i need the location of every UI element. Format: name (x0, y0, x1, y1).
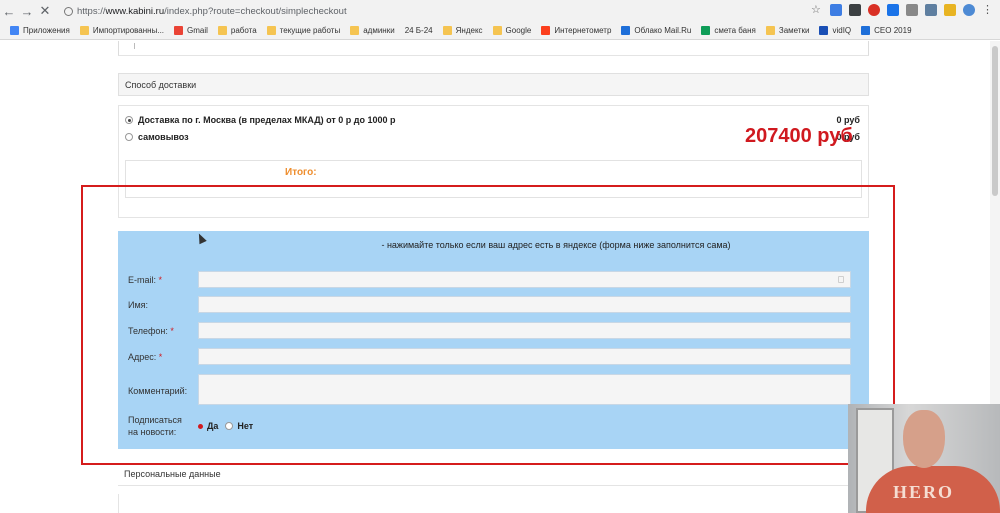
back-icon[interactable]: ← (0, 4, 18, 19)
extension-icon[interactable] (925, 4, 937, 16)
bookmark-item[interactable]: Яндекс (442, 26, 483, 35)
vidiq-icon[interactable] (830, 4, 842, 16)
delivery-option-pickup[interactable]: самовывоз (125, 132, 189, 142)
bookmark-item[interactable]: Google (492, 26, 531, 35)
customer-form: - нажимайте только если ваш адрес есть в… (118, 231, 869, 449)
folder-icon (442, 26, 452, 35)
menu-icon[interactable]: ⋮ (982, 4, 994, 16)
name-field[interactable] (198, 296, 851, 313)
extension-icon[interactable] (887, 4, 899, 16)
previous-section-bottom (118, 41, 869, 56)
radio-button[interactable] (125, 133, 133, 141)
vidiq-icon (819, 26, 829, 35)
folder-icon (217, 26, 227, 35)
extension-icon[interactable] (849, 4, 861, 16)
subscribe-options: Да Нет (198, 421, 253, 431)
star-icon[interactable]: ☆ (811, 4, 823, 16)
cloud-icon (621, 26, 631, 35)
extension-icon[interactable] (944, 4, 956, 16)
bookmark-item[interactable]: работа (217, 26, 257, 35)
close-icon[interactable]: ✕ (36, 3, 54, 19)
totals-box: Итого: (125, 160, 862, 198)
order-total: 207400 руб (745, 125, 853, 147)
bookmark-item[interactable]: Интернетометр (541, 26, 611, 35)
email-label: E-mail: * (128, 275, 163, 285)
folder-icon (79, 26, 89, 35)
browser-address-bar: ← → ✕ https://www.kabini.ru/index.php?ro… (0, 0, 1000, 22)
extension-icons: ☆ ⋮ (811, 4, 994, 16)
delivery-options-box: Доставка по г. Москва (в пределах МКАД) … (118, 105, 869, 218)
subscribe-no[interactable]: Нет (237, 421, 253, 431)
comment-label: Комментарий: (128, 386, 188, 396)
bookmark-item[interactable]: текущие работы (266, 26, 340, 35)
webcam-head (903, 410, 945, 468)
notes-icon (765, 26, 775, 35)
subscribe-label: Подписаться на новости: (128, 415, 182, 437)
phone-label: Телефон: * (128, 326, 174, 336)
bookmark-apps[interactable]: Приложения (10, 26, 70, 35)
bookmark-item[interactable]: СЕО 2019 (861, 26, 912, 35)
radio-button[interactable] (125, 116, 133, 124)
comment-field[interactable] (198, 374, 851, 405)
scroll-thumb[interactable] (992, 46, 998, 196)
gmail-icon (174, 26, 184, 35)
sheet-icon (701, 26, 711, 35)
email-field[interactable] (198, 271, 851, 288)
url-prefix: https:// (77, 5, 106, 17)
apps-grid-icon (10, 26, 19, 35)
folder-icon (492, 26, 502, 35)
bookmark-item[interactable]: админки (350, 26, 395, 35)
url-path: /index.php?route=checkout/simplecheckout (164, 5, 347, 17)
radio-selected-icon[interactable] (198, 423, 203, 429)
url-field[interactable]: https://www.kabini.ru/index.php?route=ch… (64, 6, 347, 17)
delivery-section-header: Способ доставки (118, 73, 869, 96)
bookmarks-bar: Приложения Импортированны... Gmail работ… (0, 22, 1000, 40)
adblock-icon[interactable] (868, 4, 880, 16)
personal-data-header: Персональные данные (118, 463, 869, 486)
lock-icon (838, 276, 844, 283)
folder-icon (266, 26, 276, 35)
bookmark-item[interactable]: 24 Б-24 (405, 26, 433, 35)
webcam-overlay: HERO (848, 404, 1000, 513)
folder-icon (350, 26, 360, 35)
divider (134, 43, 135, 49)
radio-button[interactable] (225, 422, 234, 430)
delivery-price: 0 руб (836, 115, 860, 125)
forward-icon[interactable]: → (18, 4, 36, 19)
address-field[interactable] (198, 348, 851, 365)
bookmark-item[interactable]: Заметки (765, 26, 809, 35)
url-host: www.kabini.ru (105, 5, 165, 17)
yandex-autofill-hint[interactable]: - нажимайте только если ваш адрес есть в… (118, 240, 869, 250)
folder-icon (861, 26, 871, 35)
camera-icon[interactable] (906, 4, 918, 16)
personal-data-box (118, 494, 869, 513)
delivery-option-moscow[interactable]: Доставка по г. Москва (в пределах МКАД) … (125, 115, 396, 125)
info-icon[interactable] (64, 6, 73, 16)
name-label: Имя: (128, 300, 149, 310)
yandex-icon (541, 26, 551, 35)
bookmark-item[interactable]: vidIQ (819, 26, 851, 35)
phone-field[interactable] (198, 322, 851, 339)
total-label: Итого: (285, 167, 317, 178)
address-label: Адрес: * (128, 352, 163, 362)
webcam-shirt-text: HERO (893, 482, 955, 502)
bookmark-item[interactable]: Облако Mail.Ru (621, 26, 691, 35)
avatar-icon[interactable] (963, 4, 975, 16)
bookmark-item[interactable]: смета баня (701, 26, 756, 35)
bookmark-item[interactable]: Импортированны... (79, 26, 164, 35)
bookmark-item[interactable]: Gmail (174, 26, 208, 35)
subscribe-yes[interactable]: Да (207, 421, 218, 431)
